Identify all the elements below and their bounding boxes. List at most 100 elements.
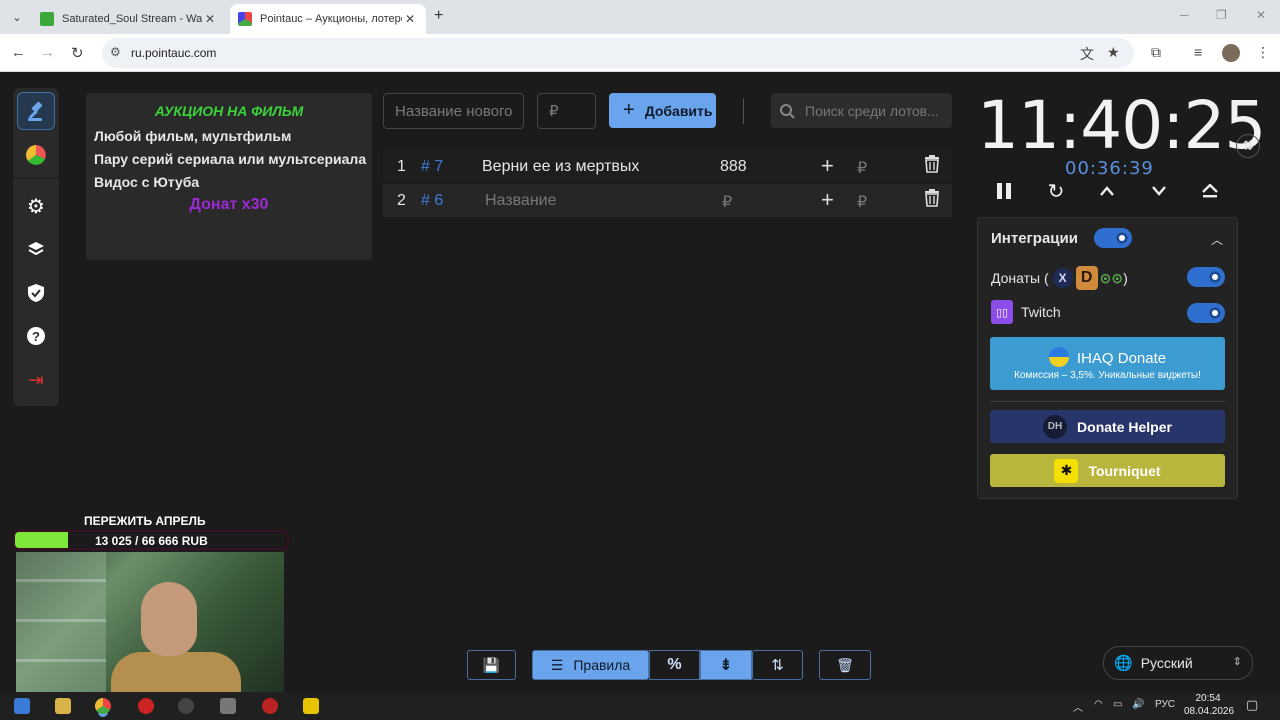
clear-all-button[interactable]: 🗑: [819, 650, 871, 680]
chrome-taskbar-icon[interactable]: [95, 698, 111, 714]
percent-button[interactable]: %: [649, 650, 700, 680]
system-clock[interactable]: 20:54 08.04.2026: [1184, 692, 1234, 718]
sidebar-item-help[interactable]: ?: [17, 317, 55, 355]
chevron-up-icon[interactable]: ︿: [1211, 231, 1223, 248]
rules-button[interactable]: ☰ Правила: [532, 650, 649, 680]
delete-lot-icon[interactable]: [924, 155, 940, 178]
maximize-icon[interactable]: ❐: [1216, 8, 1227, 22]
sidebar-item-auction[interactable]: [17, 92, 55, 130]
obs-icon[interactable]: [178, 698, 194, 714]
new-tab-icon[interactable]: +: [434, 7, 443, 25]
close-tab-icon[interactable]: ✕: [202, 12, 218, 26]
profile-avatar[interactable]: [1222, 44, 1240, 62]
input-language[interactable]: РУС: [1155, 699, 1175, 710]
twitch-icon: ▯▯: [991, 300, 1013, 324]
add-lot-button[interactable]: + Добавить: [609, 93, 716, 128]
save-button[interactable]: 💾: [467, 650, 516, 680]
plus-icon: +: [623, 99, 635, 121]
close-window-icon[interactable]: ✕: [1256, 8, 1266, 22]
tourniquet-button[interactable]: ✱ Tourniquet: [990, 454, 1225, 487]
compress-button[interactable]: ⇟: [700, 650, 752, 680]
forward-icon[interactable]: →: [40, 44, 55, 61]
lot-id[interactable]: # 7: [421, 158, 443, 176]
media-controls-icon[interactable]: ≡: [1194, 44, 1202, 60]
app-icon[interactable]: [303, 698, 319, 714]
tab-search-dropdown-icon[interactable]: ⌄: [8, 8, 26, 26]
donate-helper-button[interactable]: DH Donate Helper: [990, 410, 1225, 443]
reload-icon[interactable]: ↻: [71, 44, 84, 62]
app-icon[interactable]: [262, 698, 278, 714]
language-value: Русский: [1140, 655, 1193, 671]
clock-time: 20:54: [1195, 693, 1221, 704]
close-tab-icon[interactable]: ✕: [402, 12, 418, 26]
explorer-icon[interactable]: [55, 698, 71, 714]
add-lot-label: Добавить: [644, 102, 713, 119]
double-time-icon[interactable]: [1198, 178, 1222, 204]
goal-progress-bar: 13 025 / 66 666 RUB: [13, 530, 289, 550]
rules-line: Видос с Ютуба: [94, 174, 200, 190]
notifications-icon[interactable]: ▢: [1246, 697, 1258, 713]
sort-button[interactable]: ⇅: [752, 650, 803, 680]
add-amount-icon[interactable]: +: [821, 153, 834, 179]
add-amount-icon[interactable]: +: [821, 187, 834, 213]
rules-donate-multiplier: Донат х30: [189, 196, 269, 213]
minimize-icon[interactable]: ─: [1180, 8, 1189, 22]
lot-id[interactable]: # 6: [421, 192, 443, 210]
lot-amount: ₽: [722, 194, 733, 211]
translate-icon[interactable]: 文: [1080, 44, 1094, 64]
start-icon[interactable]: [14, 698, 30, 714]
ihaq-title: IHAQ Donate: [1076, 350, 1167, 367]
tab-pointauc[interactable]: Pointauc – Аукционы, лотереи ✕: [230, 4, 426, 34]
lot-name-input[interactable]: Название: [485, 192, 557, 210]
back-icon[interactable]: ←: [11, 44, 26, 61]
opera-icon[interactable]: [138, 698, 154, 714]
lot-name-input[interactable]: Верни ее из мертвых: [482, 158, 639, 176]
new-lot-name-input[interactable]: Название нового: [383, 93, 524, 129]
menu-kebab-icon[interactable]: ⋮: [1256, 44, 1270, 61]
add-time-icon[interactable]: [1095, 178, 1119, 204]
select-arrows-icon: ⇕: [1232, 656, 1242, 668]
rules-title: АУКЦИОН НА ФИЛЬМ: [154, 103, 304, 119]
integrations-toggle[interactable]: [1094, 228, 1132, 248]
wifi-icon[interactable]: ◠: [1094, 699, 1103, 710]
delete-lot-icon[interactable]: [924, 189, 940, 212]
extensions-icon[interactable]: ⧉: [1151, 44, 1161, 61]
language-select[interactable]: 🌐 Русский ⇕: [1103, 646, 1253, 680]
site-info-icon[interactable]: ⚙: [110, 45, 121, 59]
new-lot-amount-input[interactable]: ₽: [537, 93, 596, 129]
pause-icon[interactable]: [992, 178, 1016, 204]
rules-panel: АУКЦИОН НА ФИЛЬМ Любой фильм, мультфильм…: [86, 93, 372, 260]
battery-icon[interactable]: ▭: [1113, 699, 1122, 710]
add-amount-input[interactable]: ₽: [857, 158, 867, 178]
main-timer: 11:40:25: [977, 87, 1266, 164]
sidebar-item-moderation[interactable]: [17, 274, 55, 312]
webcam-feed: [16, 552, 284, 702]
tray-overflow-icon[interactable]: ︿: [1073, 699, 1083, 714]
donations-toggle[interactable]: [1187, 267, 1225, 287]
sidebar-item-settings[interactable]: ⚙: [17, 187, 55, 225]
twitch-toggle[interactable]: [1187, 303, 1225, 323]
save-icon: 💾: [482, 656, 501, 673]
address-bar[interactable]: ⚙ ru.pointauc.com 文 ★: [102, 38, 1134, 68]
subtract-time-icon[interactable]: [1147, 178, 1171, 204]
percent-icon: %: [667, 656, 682, 673]
bookmark-star-icon[interactable]: ★: [1107, 44, 1120, 61]
add-amount-input[interactable]: ₽: [857, 192, 867, 212]
browser-tabbar: ⌄ Saturated_Soul Stream - Watch ✕ Pointa…: [0, 0, 1280, 34]
donate-helper-label: Donate Helper: [1077, 418, 1172, 435]
sidebar-item-layers[interactable]: [17, 230, 55, 268]
rules-icon: ☰: [550, 656, 564, 673]
app-icon[interactable]: [220, 698, 236, 714]
url-text: ru.pointauc.com: [131, 46, 217, 60]
reset-timer-icon[interactable]: ↻: [1044, 178, 1068, 204]
volume-icon[interactable]: 🔊: [1132, 699, 1144, 710]
sidebar-item-logout[interactable]: ⇥: [17, 361, 55, 399]
swap-timer-icon[interactable]: ⇅: [1236, 134, 1260, 158]
ihaq-donate-button[interactable]: IHAQ Donate Комиссия – 3,5%. Уникальные …: [990, 337, 1225, 390]
sort-icon: ⇅: [771, 657, 784, 674]
browser-toolbar: ← → ↻ ⚙ ru.pointauc.com 文 ★ ⧉ ≡ ⋮: [0, 34, 1280, 72]
rules-label: Правила: [573, 657, 631, 673]
tab-saturated-soul[interactable]: Saturated_Soul Stream - Watch ✕: [32, 4, 226, 34]
lot-search-input[interactable]: Поиск среди лотов...: [771, 93, 952, 128]
sidebar-item-wheel[interactable]: [17, 136, 55, 174]
